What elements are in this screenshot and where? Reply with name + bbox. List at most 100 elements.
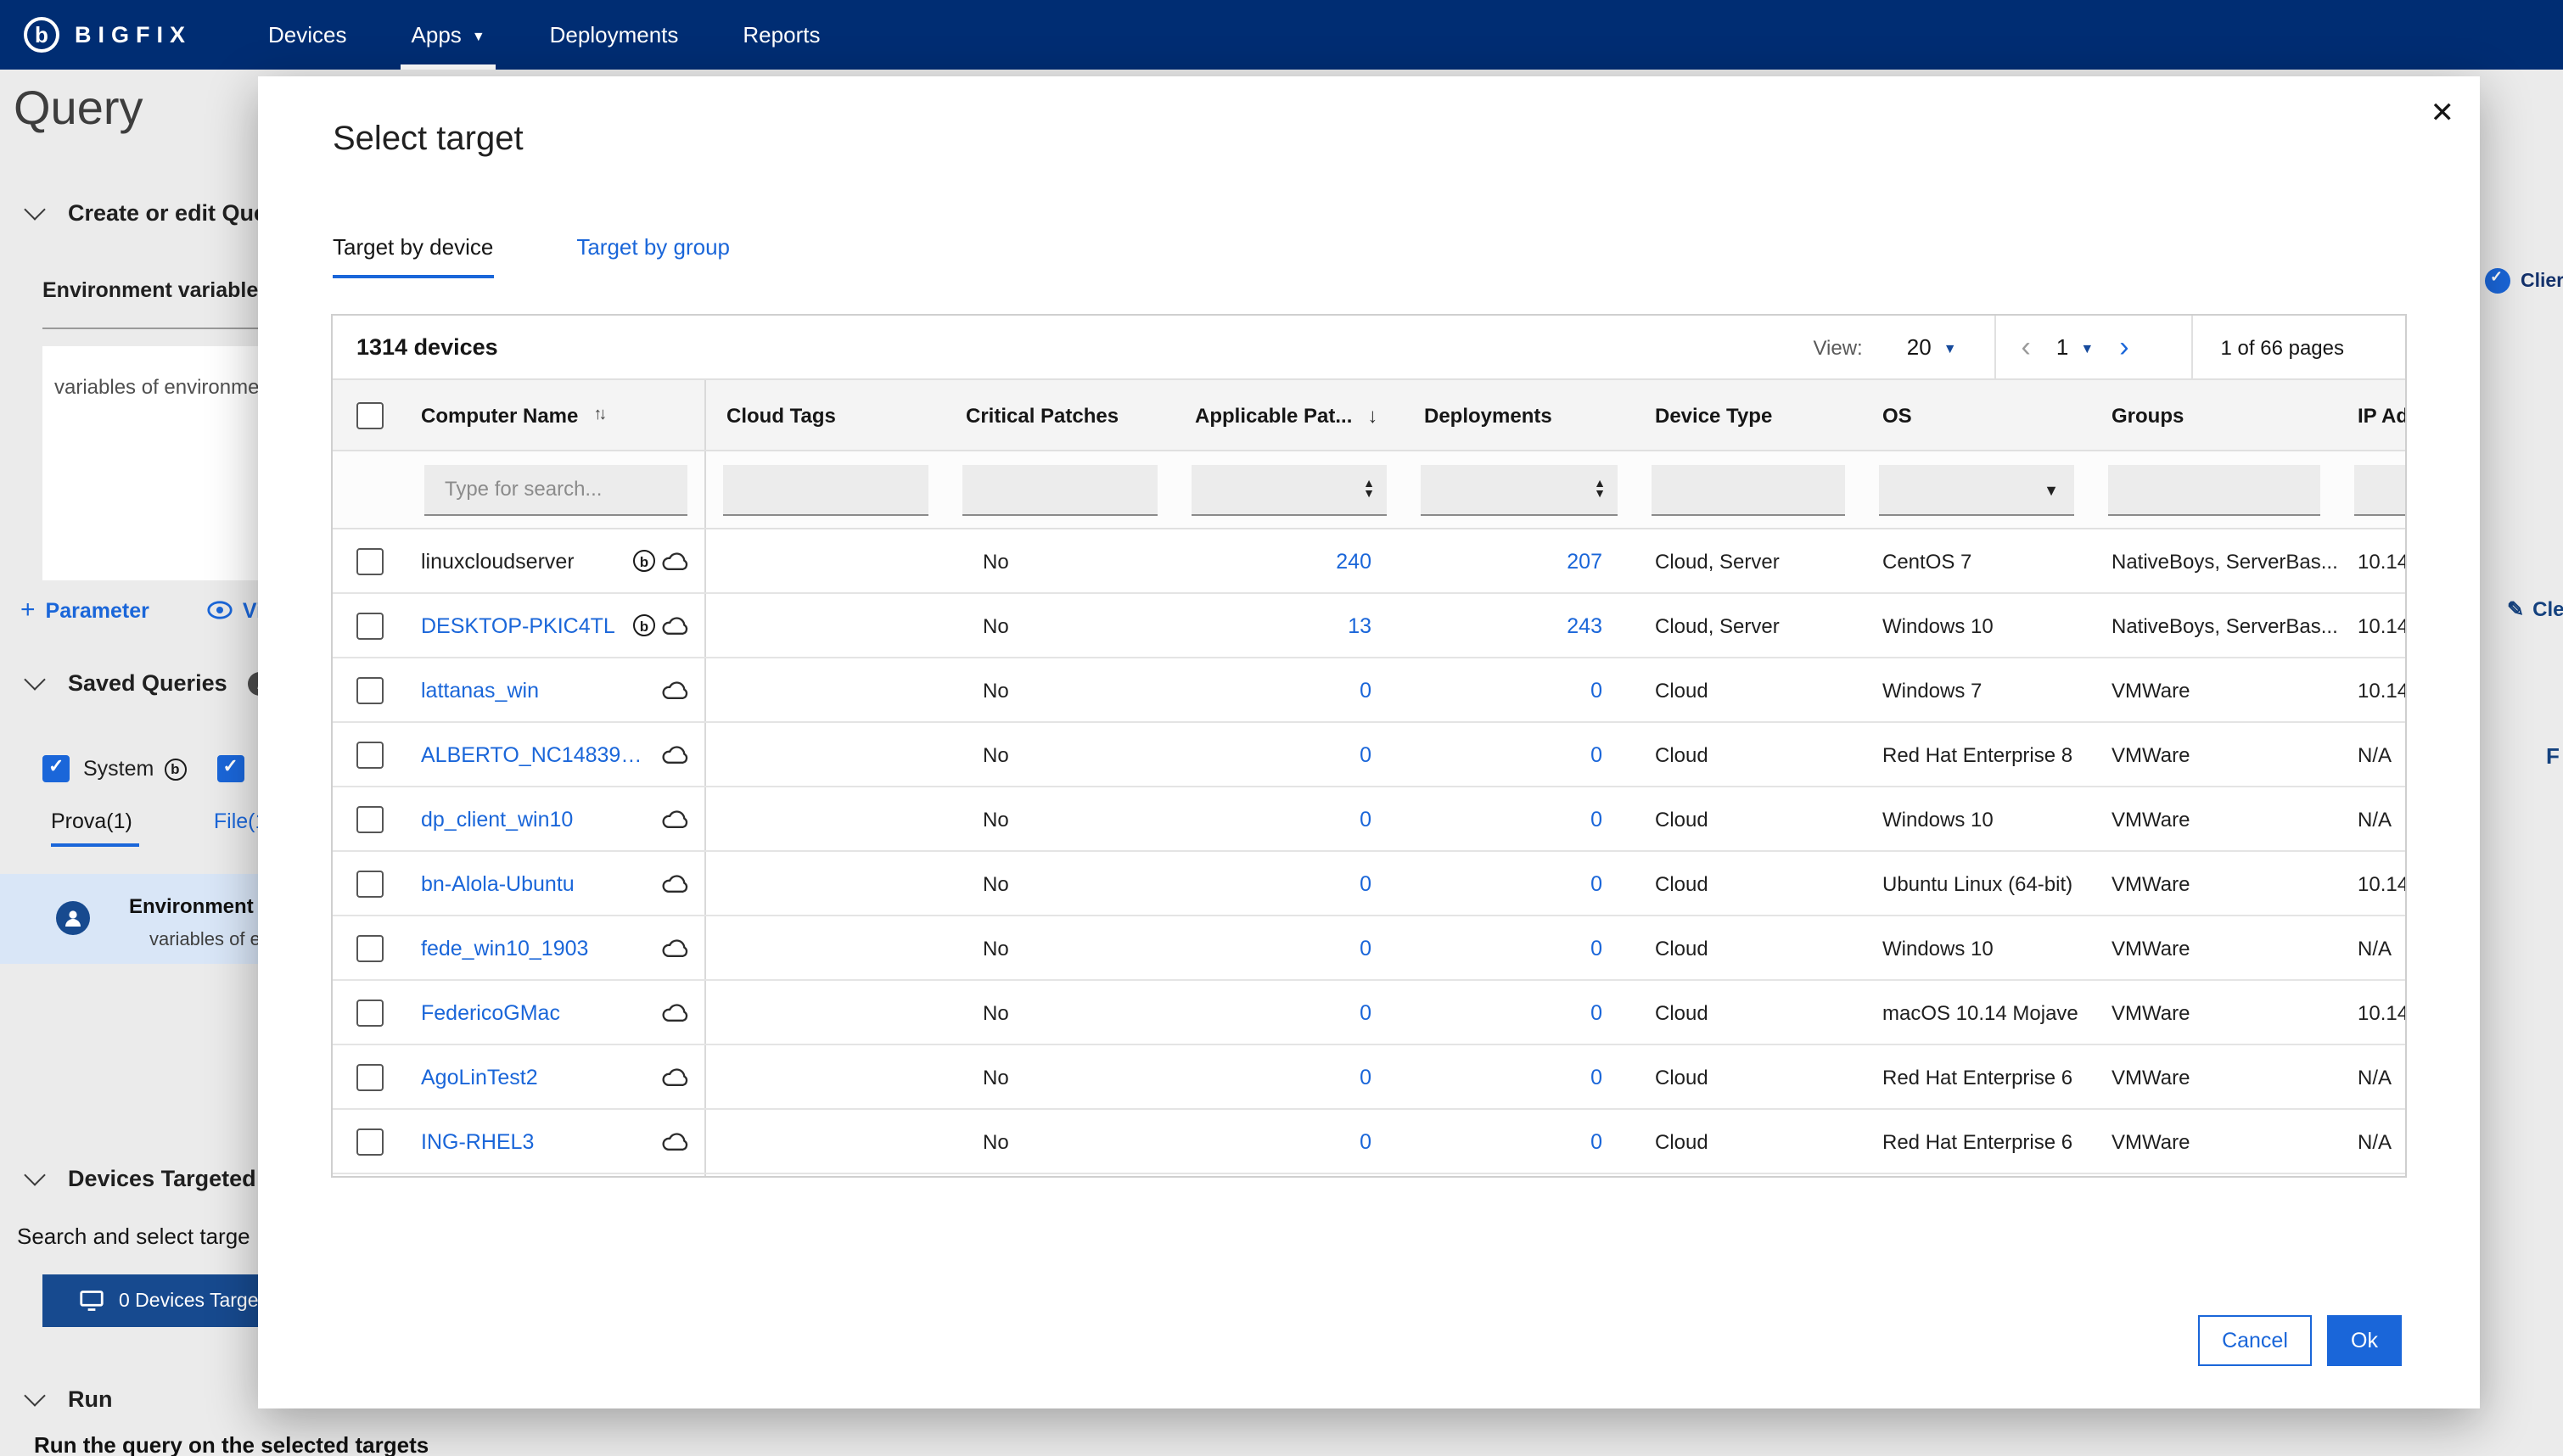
applicable-patches-link[interactable]: 13 xyxy=(1348,613,1371,637)
applicable-patches-link[interactable]: 0 xyxy=(1360,1000,1371,1024)
column-applicable-patches[interactable]: Applicable Pat... xyxy=(1195,403,1352,427)
row-checkbox[interactable] xyxy=(356,805,384,832)
device-name-link[interactable]: ING-RHEL3 xyxy=(421,1129,534,1153)
tab-target-by-group[interactable]: Target by group xyxy=(576,234,730,278)
next-page-button[interactable]: › xyxy=(2094,316,2154,378)
column-computer-name[interactable]: Computer Name xyxy=(421,403,578,427)
device-name-link[interactable]: FedericoGMac xyxy=(421,1000,560,1024)
chevron-down-icon[interactable]: ▼ xyxy=(2044,481,2059,498)
row-checkbox[interactable] xyxy=(356,870,384,897)
nav-item-apps[interactable]: Apps ▼ xyxy=(379,0,518,70)
table-row[interactable]: lattanas_win b No 0 0 Cloud Windows 7 VM… xyxy=(333,658,2407,723)
applicable-patches-link[interactable]: 0 xyxy=(1360,936,1371,960)
table-row[interactable]: dp_client_win10 b No 0 0 Cloud Windows 1… xyxy=(333,787,2405,852)
table-row[interactable]: MCM_Vipin_Winserver19 b No 0 0 Cloud Win… xyxy=(333,1174,2405,1176)
filter-applicable-patches-input[interactable] xyxy=(1192,464,1387,515)
deployments-link[interactable]: 0 xyxy=(1590,936,1602,960)
row-checkbox[interactable] xyxy=(356,676,384,703)
filter-deployments-input[interactable] xyxy=(1421,464,1618,515)
device-name-link[interactable]: ALBERTO_NC148399_B... xyxy=(421,742,653,766)
table-row[interactable]: fede_win10_1903 b No 0 0 Cloud Windows 1… xyxy=(333,916,2405,981)
column-groups[interactable]: Groups xyxy=(2112,403,2184,427)
device-name-link[interactable]: fede_win10_1903 xyxy=(421,936,588,960)
close-icon[interactable]: ✕ xyxy=(2431,98,2455,127)
row-checkbox[interactable] xyxy=(356,547,384,574)
deployments-link[interactable]: 0 xyxy=(1590,1000,1602,1024)
deployments-link[interactable]: 0 xyxy=(1590,678,1602,702)
row-checkbox[interactable] xyxy=(356,1063,384,1090)
row-checkbox[interactable] xyxy=(356,934,384,961)
applicable-patches-link[interactable]: 0 xyxy=(1360,678,1371,702)
filter-cloud-tags-input[interactable] xyxy=(723,464,928,515)
row-checkbox[interactable] xyxy=(356,612,384,639)
table-row[interactable]: DESKTOP-PKIC4TL b No 13 243 Cloud, Serve… xyxy=(333,594,2405,658)
device-name-link[interactable]: dp_client_win10 xyxy=(421,807,573,831)
select-all-checkbox[interactable] xyxy=(356,401,384,428)
device-name-link[interactable]: DESKTOP-PKIC4TL xyxy=(421,613,615,637)
ip-address-cell: 10.14.85... xyxy=(2358,678,2407,702)
tab-prova[interactable]: Prova(1) xyxy=(51,809,139,847)
filter-groups-input[interactable] xyxy=(2108,464,2320,515)
tab-target-by-device[interactable]: Target by device xyxy=(333,234,494,278)
filter-ip-input[interactable] xyxy=(2354,464,2405,515)
applicable-patches-link[interactable]: 0 xyxy=(1360,871,1371,895)
nav-item-deployments[interactable]: Deployments xyxy=(518,0,711,70)
table-row[interactable]: linuxcloudserver b No 240 207 Cloud, Ser… xyxy=(333,529,2405,594)
deployments-link[interactable]: 0 xyxy=(1590,742,1602,766)
sort-icon[interactable]: ↑↓ xyxy=(593,406,607,424)
column-os[interactable]: OS xyxy=(1882,403,1912,427)
bigfix-brand[interactable]: b BIGFIX xyxy=(0,17,236,53)
filter-critical-patches-input[interactable] xyxy=(962,464,1158,515)
section-devices-targeted[interactable]: Devices Targeted xyxy=(24,1163,256,1191)
applicable-patches-link[interactable]: 0 xyxy=(1360,807,1371,831)
table-row[interactable]: FedericoGMac b No 0 0 Cloud macOS 10.14 … xyxy=(333,981,2405,1045)
device-name-link[interactable]: bn-Alola-Ubuntu xyxy=(421,871,575,895)
table-row[interactable]: ALBERTO_NC148399_B... b No 0 0 Cloud Red… xyxy=(333,723,2405,787)
table-row[interactable]: bn-Alola-Ubuntu b No 0 0 Cloud Ubuntu Li… xyxy=(333,852,2405,916)
applicable-patches-link[interactable]: 0 xyxy=(1360,1065,1371,1089)
nav-item-devices[interactable]: Devices xyxy=(236,0,379,70)
column-device-type[interactable]: Device Type xyxy=(1655,403,1772,427)
deployments-link[interactable]: 0 xyxy=(1590,1129,1602,1153)
column-critical-patches[interactable]: Critical Patches xyxy=(966,403,1119,427)
deployments-link[interactable]: 243 xyxy=(1567,613,1602,637)
column-cloud-tags[interactable]: Cloud Tags xyxy=(726,403,836,427)
section-run[interactable]: Run xyxy=(24,1384,113,1412)
add-parameter-button[interactable]: + Parameter xyxy=(20,596,149,624)
client-checkbox-fragment[interactable]: Clier xyxy=(2485,268,2563,294)
section-create-or-edit-query[interactable]: Create or edit Quer xyxy=(24,198,276,226)
row-checkbox[interactable] xyxy=(356,999,384,1026)
secondary-checkbox[interactable] xyxy=(216,755,244,782)
ok-button[interactable]: Ok xyxy=(2327,1315,2402,1366)
deployments-link[interactable]: 0 xyxy=(1590,871,1602,895)
table-row[interactable]: AgoLinTest2 b No 0 0 Cloud Red Hat Enter… xyxy=(333,1045,2405,1110)
device-name-link[interactable]: AgoLinTest2 xyxy=(421,1065,538,1089)
nav-item-reports[interactable]: Reports xyxy=(710,0,852,70)
page-size-select[interactable]: 20 ▼ xyxy=(1907,334,1957,360)
number-stepper-icons[interactable]: ▲ ▼ xyxy=(1594,478,1606,500)
table-row[interactable]: ING-RHEL3 b No 0 0 Cloud Red Hat Enterpr… xyxy=(333,1110,2405,1174)
applicable-patches-link[interactable]: 0 xyxy=(1360,1129,1371,1153)
applicable-patches-link[interactable]: 240 xyxy=(1336,549,1371,573)
prev-page-button[interactable]: ‹ xyxy=(1996,316,2056,378)
device-name-link[interactable]: lattanas_win xyxy=(421,678,539,702)
sort-desc-icon[interactable]: ↓ xyxy=(1367,403,1377,427)
applicable-patches-link[interactable]: 0 xyxy=(1360,742,1371,766)
column-deployments[interactable]: Deployments xyxy=(1424,403,1552,427)
search-input[interactable] xyxy=(424,464,687,515)
clear-button-fragment[interactable]: ✎ Cle xyxy=(2507,597,2563,621)
row-checkbox[interactable] xyxy=(356,741,384,768)
page-number-select[interactable]: 1 ▼ xyxy=(2056,334,2094,360)
row-checkbox[interactable] xyxy=(356,1128,384,1155)
brand-text: BIGFIX xyxy=(75,22,193,48)
cancel-button[interactable]: Cancel xyxy=(2198,1315,2312,1366)
column-ip-address[interactable]: IP Addr xyxy=(2358,403,2405,427)
section-saved-queries[interactable]: Saved Queries i xyxy=(24,668,272,696)
deployments-link[interactable]: 0 xyxy=(1590,1065,1602,1089)
deployments-link[interactable]: 207 xyxy=(1567,549,1602,573)
number-stepper-icons[interactable]: ▲ ▼ xyxy=(1363,478,1375,500)
deployments-link[interactable]: 0 xyxy=(1590,807,1602,831)
filter-device-type-input[interactable] xyxy=(1652,464,1845,515)
device-name-link[interactable]: linuxcloudserver xyxy=(421,549,575,573)
system-checkbox[interactable] xyxy=(42,755,70,782)
